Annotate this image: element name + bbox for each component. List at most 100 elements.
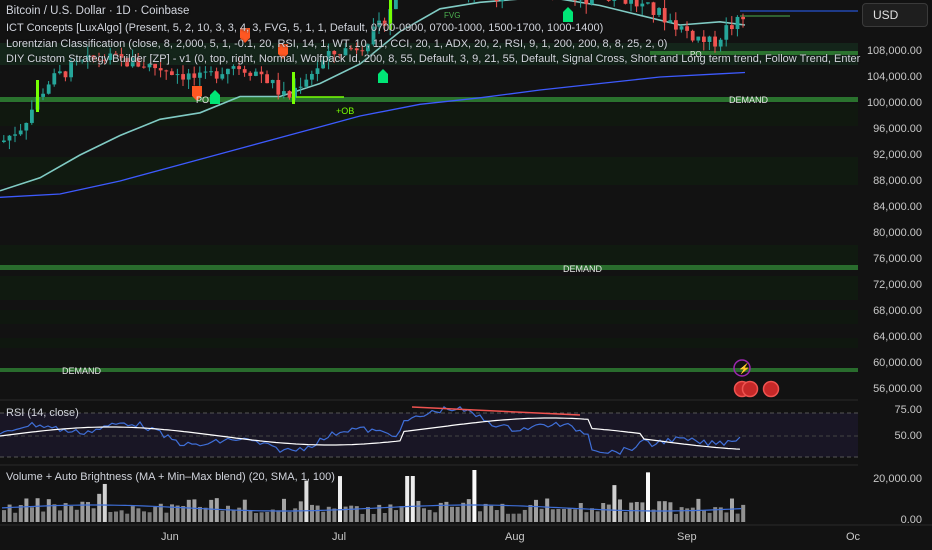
demand-label: DEMAND	[729, 95, 769, 105]
candle-body	[394, 0, 398, 10]
volume-bar	[461, 502, 466, 522]
candle-body	[270, 79, 275, 84]
volume-bar	[506, 513, 510, 522]
volume-bar	[366, 507, 370, 522]
volume-bar	[265, 511, 270, 522]
volume-bar	[550, 509, 555, 522]
volume-bar	[528, 504, 533, 522]
volume-bar	[119, 510, 124, 522]
candle-body	[30, 109, 34, 123]
event-lightning-icon: ⚡	[738, 362, 750, 375]
volume-bar	[472, 470, 477, 522]
volume-bar	[595, 511, 600, 522]
volume-bar	[690, 507, 695, 522]
zone-band	[0, 157, 858, 185]
symbol-title[interactable]: Bitcoin / U.S. Dollar · 1D · Coinbase	[6, 5, 189, 17]
candle-body	[713, 36, 717, 47]
price-tick: 72,000.00	[873, 279, 922, 291]
candle-body	[242, 69, 247, 73]
volume-bar	[433, 512, 438, 522]
volume-bar	[248, 509, 253, 522]
candle-body	[584, 0, 589, 5]
volume-bar	[108, 511, 113, 522]
volume-bar	[668, 502, 673, 522]
candle-body	[18, 130, 23, 135]
volume-bar	[125, 513, 130, 522]
time-tick: Sep	[677, 531, 697, 543]
price-tick: 104,000.00	[866, 71, 922, 83]
candle-body	[186, 73, 191, 80]
candle-body	[24, 122, 29, 131]
candle-body	[612, 0, 617, 1]
ob-label: +OB	[336, 106, 355, 116]
us-event-icon[interactable]	[762, 380, 780, 398]
volume-bar	[164, 512, 169, 522]
volume-bar	[203, 507, 208, 522]
volume-bar	[534, 499, 538, 522]
volume-bar	[657, 501, 662, 522]
candle-body	[13, 134, 17, 136]
time-tick: Aug	[505, 531, 525, 543]
volume-bar	[315, 505, 320, 522]
candle-body	[668, 20, 673, 23]
us-event-icon[interactable]	[741, 380, 759, 398]
candle-body	[63, 71, 68, 78]
volume-bar	[606, 504, 611, 522]
indicator-diy-label[interactable]: DIY Custom Strategy Builder [ZP] - v1 (0…	[6, 53, 862, 65]
volume-bar	[74, 509, 79, 522]
candle-body	[623, 0, 628, 4]
candle-body	[640, 3, 645, 7]
volume-bar	[702, 510, 706, 522]
candle-body	[282, 91, 286, 95]
volume-bar	[130, 506, 135, 522]
volume-bar	[455, 506, 460, 522]
time-tick: Jun	[161, 531, 179, 543]
volume-bar	[192, 499, 197, 522]
long-entry-arrow	[378, 69, 388, 83]
volume-bar	[562, 508, 566, 522]
candle-body	[2, 140, 6, 142]
candle-body	[158, 68, 163, 71]
candle-body	[214, 71, 219, 79]
volume-bar	[556, 509, 561, 522]
demand-zone-low	[0, 368, 858, 372]
volume-bar	[545, 498, 550, 522]
volume-bar	[735, 513, 740, 522]
indicator-lorentzian-label[interactable]: Lorentzian Classification (close, 8, 2,0…	[6, 38, 667, 50]
price-tick: 84,000.00	[873, 201, 922, 213]
volume-bar	[707, 512, 712, 522]
volume-bar	[153, 506, 158, 522]
fvg-label: FVG	[444, 11, 461, 20]
time-tick: Jul	[332, 531, 347, 543]
rsi-band	[0, 413, 858, 457]
price-tick: 88,000.00	[873, 175, 922, 187]
chart-area[interactable]: ⚡ Bitcoin / U.S. Dollar · 1D · Coinbase …	[0, 0, 932, 550]
candle-body	[226, 68, 230, 75]
volume-bar	[30, 507, 34, 522]
indicator-ict-label[interactable]: ICT Concepts [LuxAlgo] (Present, 5, 2, 1…	[6, 22, 603, 34]
time-tick: Oc	[846, 531, 861, 543]
volume-bar	[623, 512, 628, 522]
currency-button[interactable]: USD	[862, 3, 928, 27]
candle-body	[265, 74, 269, 84]
po-label: PO	[690, 50, 702, 59]
price-tick: 108,000.00	[866, 45, 922, 57]
demand-label: DEMAND	[563, 264, 603, 274]
rsi-pane-label[interactable]: RSI (14, close)	[6, 407, 79, 419]
volume-bar	[416, 500, 421, 522]
volume-bar	[601, 503, 606, 522]
volume-bar	[310, 504, 314, 522]
volume-bar	[360, 513, 365, 522]
volume-bar	[338, 476, 342, 522]
volume-bar	[349, 505, 354, 522]
volume-bar	[567, 508, 572, 522]
candle-body	[718, 39, 723, 47]
price-chart[interactable]: ⚡	[0, 0, 932, 550]
volume-bar	[629, 502, 634, 522]
demand-zone-mid	[0, 265, 858, 270]
volume-bar	[679, 507, 684, 522]
volume-pane-label[interactable]: Volume + Auto Brightness (MA + Min–Max b…	[6, 471, 335, 483]
price-tick: 92,000.00	[873, 149, 922, 161]
candle-body	[646, 2, 650, 4]
volume-bar	[730, 498, 734, 522]
